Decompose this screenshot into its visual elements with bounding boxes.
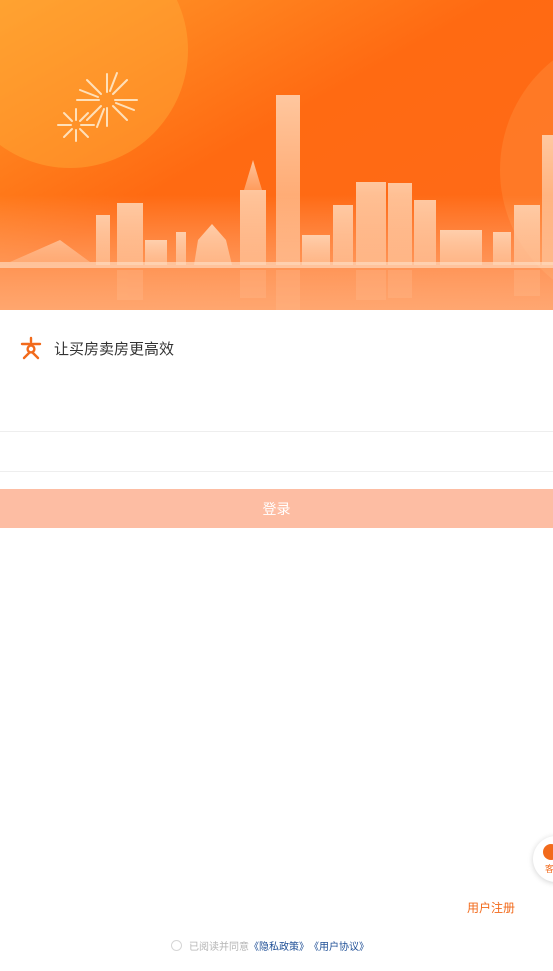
customer-service-button[interactable]: 客 bbox=[533, 836, 553, 882]
user-agreement-link[interactable]: 《用户协议》 bbox=[309, 938, 369, 953]
agree-prefix-text: 已阅读并同意 bbox=[189, 941, 249, 953]
house-brand-logo-icon bbox=[20, 336, 42, 360]
privacy-policy-link[interactable]: 《隐私政策》 bbox=[249, 938, 309, 953]
customer-service-icon bbox=[543, 844, 553, 860]
agreement-row: 已阅读并同意 《隐私政策》 《用户协议》 bbox=[171, 937, 369, 953]
register-link[interactable]: 用户注册 bbox=[467, 899, 515, 916]
agree-checkbox[interactable] bbox=[171, 939, 182, 951]
verification-code-input[interactable] bbox=[0, 432, 553, 470]
phone-input[interactable] bbox=[0, 392, 553, 430]
slogan-text: 让买房卖房更高效 bbox=[54, 339, 175, 358]
divider bbox=[0, 471, 553, 472]
header-banner bbox=[0, 0, 553, 310]
city-skyline-illustration bbox=[0, 0, 553, 310]
slogan-row: 让买房卖房更高效 bbox=[19, 334, 174, 362]
login-button[interactable]: 登录 bbox=[0, 489, 553, 528]
customer-service-label: 客 bbox=[545, 865, 553, 875]
